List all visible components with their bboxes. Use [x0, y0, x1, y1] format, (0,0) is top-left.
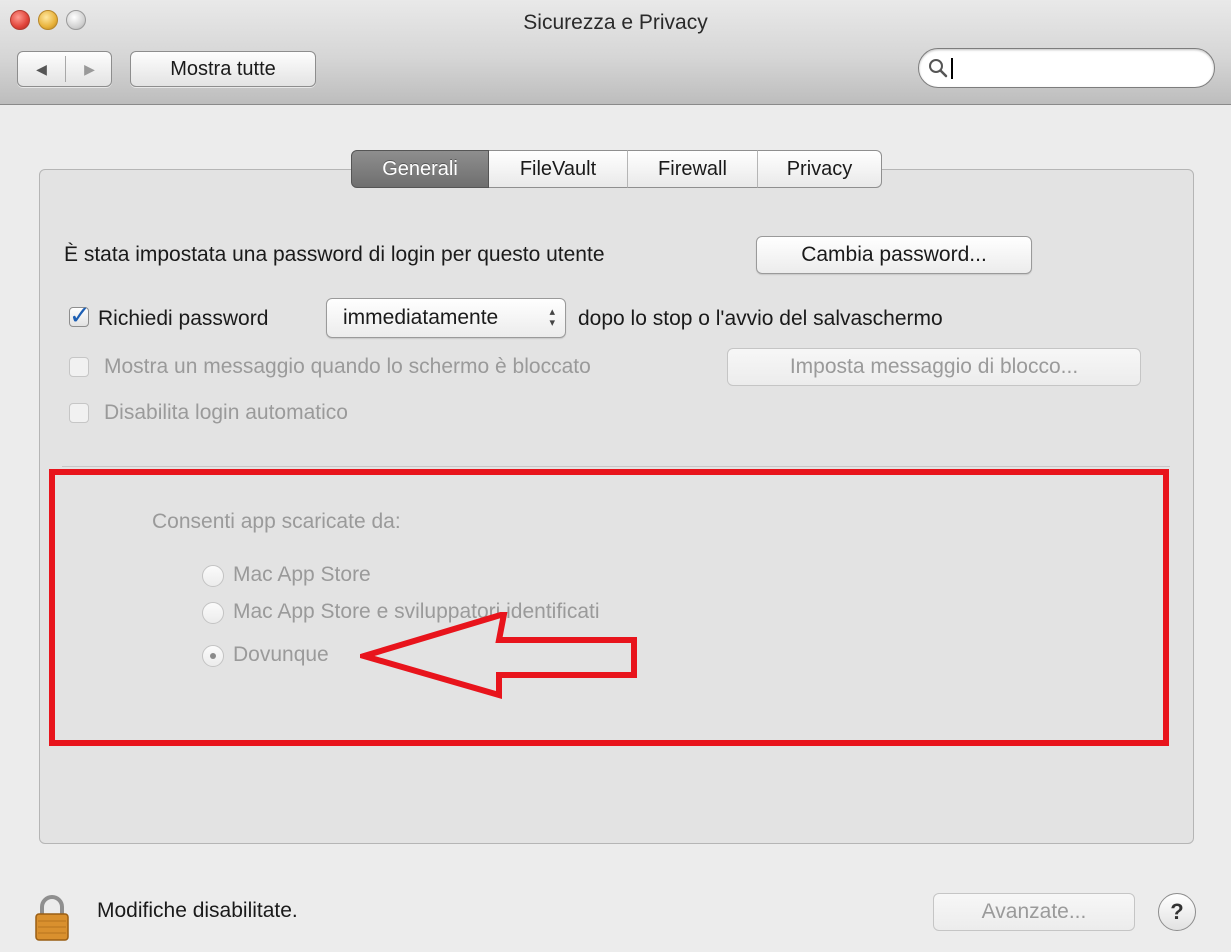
annotation-arrow-icon [360, 612, 637, 699]
tab-generali[interactable]: Generali [351, 150, 489, 188]
forward-arrow-icon: ▶ [84, 60, 95, 77]
set-lock-message-button[interactable]: Imposta messaggio di blocco... [727, 348, 1141, 386]
back-forward-control: ◀ ▶ [17, 51, 112, 87]
password-delay-popup[interactable]: immediatamente ▴ ▾ [326, 298, 566, 338]
tab-bar: Generali FileVault Firewall Privacy [351, 150, 882, 188]
show-message-checkbox[interactable] [69, 357, 89, 377]
back-button[interactable]: ◀ [18, 52, 65, 86]
disable-autologin-checkbox[interactable] [69, 403, 89, 423]
annotation-highlight-box [49, 469, 1169, 746]
window-toolbar: Sicurezza e Privacy ◀ ▶ Mostra tutte [0, 0, 1231, 105]
tab-privacy[interactable]: Privacy [758, 150, 882, 188]
section-separator [62, 466, 1170, 467]
advanced-button[interactable]: Avanzate... [933, 893, 1135, 931]
checkmark-icon: ✓ [69, 300, 91, 330]
password-set-label: È stata impostata una password di login … [64, 243, 605, 266]
tab-filevault[interactable]: FileVault [489, 150, 628, 188]
show-all-button[interactable]: Mostra tutte [130, 51, 316, 87]
tab-firewall[interactable]: Firewall [628, 150, 758, 188]
require-password-label: Richiedi password [98, 307, 269, 330]
disable-autologin-label: Disabilita login automatico [104, 401, 348, 424]
lock-status-text: Modifiche disabilitate. [97, 899, 298, 922]
change-password-button[interactable]: Cambia password... [756, 236, 1032, 274]
lock-icon[interactable] [34, 895, 70, 941]
search-field[interactable] [918, 48, 1215, 88]
search-icon [929, 59, 948, 78]
require-password-suffix: dopo lo stop o l'avvio del salvaschermo [578, 307, 943, 330]
forward-button[interactable]: ▶ [66, 52, 113, 86]
password-delay-value: immediatamente [343, 306, 499, 329]
window-title: Sicurezza e Privacy [523, 11, 708, 34]
back-arrow-icon: ◀ [36, 60, 47, 77]
popup-arrows-icon: ▴ ▾ [549, 306, 555, 329]
show-message-label: Mostra un messaggio quando lo schermo è … [104, 355, 591, 378]
text-cursor [951, 58, 953, 79]
help-button[interactable]: ? [1158, 893, 1196, 931]
require-password-checkbox[interactable]: ✓ [69, 302, 91, 328]
